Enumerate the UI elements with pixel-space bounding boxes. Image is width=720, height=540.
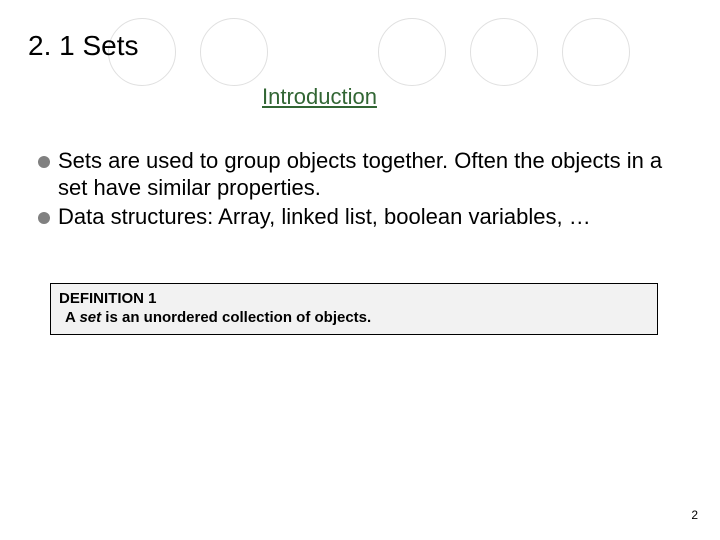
list-item: Sets are used to group objects together.… [38, 148, 688, 202]
definition-body-italic: set [79, 309, 101, 326]
bullet-list: Sets are used to group objects together.… [38, 148, 688, 232]
list-item: Data structures: Array, linked list, boo… [38, 204, 688, 231]
definition-body-suffix: is an unordered collection of objects. [101, 309, 371, 326]
decorative-circle [378, 18, 446, 86]
definition-title: DEFINITION 1 [59, 290, 649, 307]
definition-box: DEFINITION 1 A set is an unordered colle… [50, 283, 658, 335]
definition-body-prefix: A [65, 309, 79, 326]
bullet-icon [38, 212, 50, 224]
decorative-circle [470, 18, 538, 86]
bullet-text: Data structures: Array, linked list, boo… [58, 204, 591, 231]
decorative-circle [562, 18, 630, 86]
bullet-text: Sets are used to group objects together.… [58, 148, 688, 202]
slide-subtitle: Introduction [262, 84, 377, 110]
bullet-icon [38, 156, 50, 168]
decorative-circle [200, 18, 268, 86]
definition-body: A set is an unordered collection of obje… [59, 309, 649, 326]
slide-heading: 2. 1 Sets [28, 30, 139, 62]
page-number: 2 [691, 508, 698, 522]
